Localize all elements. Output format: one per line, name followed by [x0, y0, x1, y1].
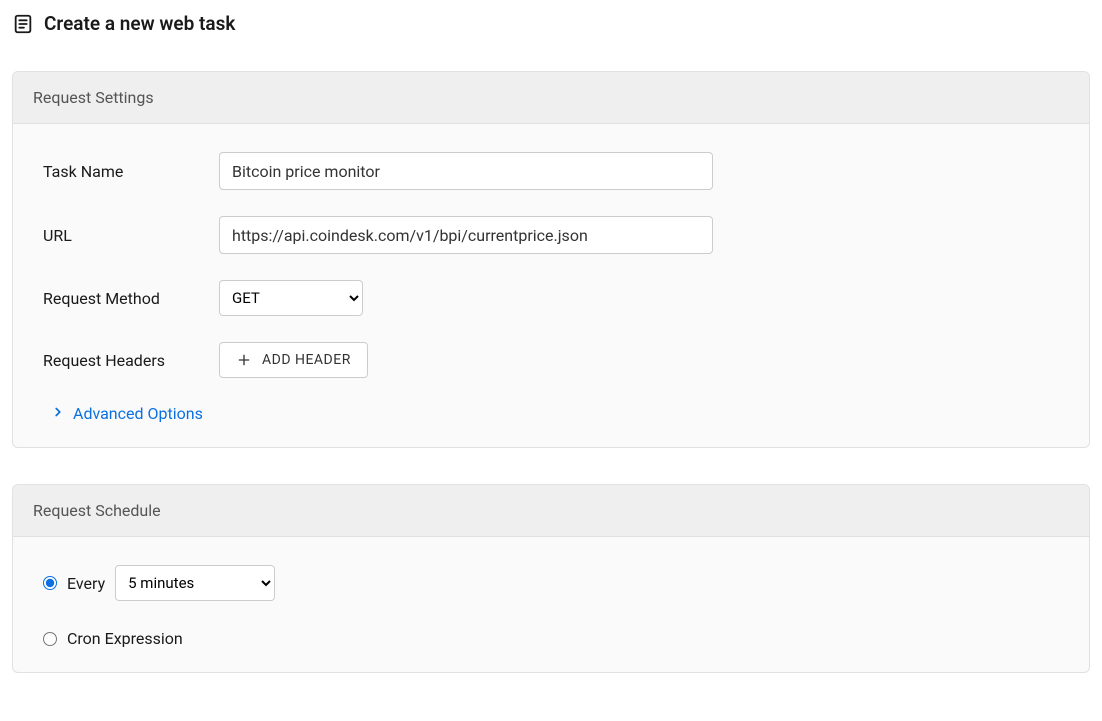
task-name-input[interactable]	[219, 152, 713, 190]
url-row: URL	[43, 216, 1059, 254]
url-input[interactable]	[219, 216, 713, 254]
method-row: Request Method GET	[43, 280, 1059, 316]
method-select[interactable]: GET	[219, 280, 363, 316]
document-icon	[12, 13, 34, 35]
headers-row: Request Headers ADD HEADER	[43, 342, 1059, 378]
request-schedule-header: Request Schedule	[13, 485, 1089, 537]
schedule-cron-radio[interactable]	[43, 632, 57, 646]
schedule-every-radio[interactable]	[43, 576, 57, 590]
add-header-label: ADD HEADER	[262, 352, 351, 368]
add-header-button[interactable]: ADD HEADER	[219, 342, 368, 378]
request-schedule-card: Request Schedule Every 5 minutes Cron Ex…	[12, 484, 1090, 673]
headers-label: Request Headers	[43, 351, 219, 370]
request-settings-card: Request Settings Task Name URL Request M…	[12, 71, 1090, 448]
method-label: Request Method	[43, 289, 219, 308]
url-label: URL	[43, 226, 219, 245]
advanced-options-link: Advanced Options	[73, 404, 203, 423]
schedule-cron-label: Cron Expression	[67, 629, 183, 648]
schedule-every-row: Every 5 minutes	[43, 565, 1059, 601]
schedule-every-label: Every	[67, 574, 105, 593]
task-name-row: Task Name	[43, 152, 1059, 190]
page-header: Create a new web task	[12, 12, 1090, 35]
task-name-label: Task Name	[43, 162, 219, 181]
plus-icon	[236, 352, 252, 368]
schedule-cron-row: Cron Expression	[43, 629, 1059, 648]
page-title: Create a new web task	[44, 12, 235, 35]
request-schedule-body: Every 5 minutes Cron Expression	[13, 537, 1089, 672]
chevron-right-icon	[51, 404, 65, 423]
schedule-interval-select[interactable]: 5 minutes	[115, 565, 275, 601]
request-settings-header: Request Settings	[13, 72, 1089, 124]
advanced-options-toggle[interactable]: Advanced Options	[43, 404, 1059, 423]
request-settings-body: Task Name URL Request Method GET Request…	[13, 124, 1089, 447]
